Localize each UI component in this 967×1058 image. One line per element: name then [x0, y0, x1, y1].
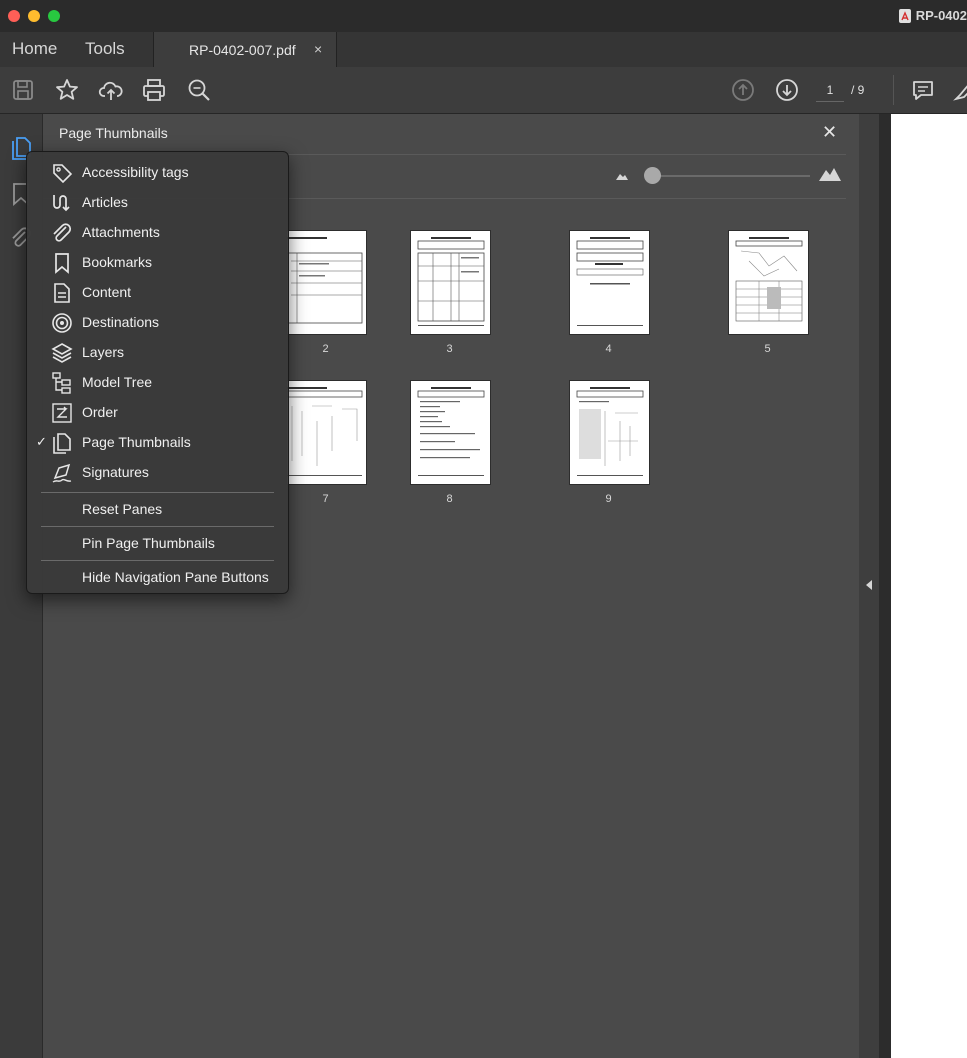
window-title-bar: RP-0402: [0, 0, 967, 33]
page-thumbnail[interactable]: [410, 380, 491, 485]
menu-item-page-thumbnails[interactable]: ✓ Page Thumbnails: [27, 428, 288, 458]
menu-separator: [41, 492, 274, 493]
menu-item-label: Model Tree: [82, 374, 153, 390]
menu-separator: [41, 560, 274, 561]
page-thumbnail[interactable]: [286, 230, 367, 335]
page-thumbnail[interactable]: [728, 230, 809, 335]
upload-cloud-icon[interactable]: [98, 77, 124, 103]
menu-separator: [41, 526, 274, 527]
menu-item-articles[interactable]: Articles: [27, 188, 288, 218]
collapse-pane-handle[interactable]: [859, 114, 879, 1058]
menu-item-label: Accessibility tags: [82, 164, 189, 180]
page-up-icon[interactable]: [730, 77, 756, 103]
tab-tools[interactable]: Tools: [85, 39, 125, 59]
tab-home[interactable]: Home: [12, 39, 57, 59]
menu-item-order[interactable]: Order: [27, 398, 288, 428]
menu-item-label: Attachments: [82, 224, 160, 240]
menu-item-label: Pin Page Thumbnails: [82, 535, 215, 551]
page-down-icon[interactable]: [774, 77, 800, 103]
small-thumbnails-icon: [615, 169, 629, 181]
menu-item-model-tree[interactable]: Model Tree: [27, 368, 288, 398]
signature-pen-icon: [51, 462, 73, 484]
zoom-search-icon[interactable]: [186, 77, 212, 103]
navigation-panes-menu: Accessibility tags Articles Attachments …: [26, 151, 289, 594]
page-thumbnail-label: 2: [322, 343, 329, 355]
page-thumbnail[interactable]: [410, 230, 491, 335]
highlight-pen-icon[interactable]: [952, 77, 967, 103]
toolbar-divider: [893, 75, 894, 105]
menu-item-accessibility-tags[interactable]: Accessibility tags: [27, 158, 288, 188]
menu-item-content[interactable]: Content: [27, 278, 288, 308]
menu-item-reset-panes[interactable]: Reset Panes: [27, 495, 288, 525]
print-icon[interactable]: [141, 77, 167, 103]
menu-item-label: Destinations: [82, 314, 160, 330]
pdf-file-icon: [898, 8, 911, 23]
menu-item-attachments[interactable]: Attachments: [27, 218, 288, 248]
menu-item-label: Page Thumbnails: [82, 434, 191, 450]
page-thumbnail-label: 7: [322, 493, 329, 505]
chevron-left-icon[interactable]: [865, 580, 873, 590]
paperclip-icon: [51, 222, 73, 244]
panel-close-button[interactable]: ✕: [822, 122, 837, 143]
star-icon[interactable]: [54, 77, 80, 103]
page-thumbnail[interactable]: [569, 230, 650, 335]
thumbnail-size-slider-handle[interactable]: [644, 167, 661, 184]
zoom-window-button[interactable]: [48, 10, 60, 22]
menu-item-label: Articles: [82, 194, 128, 210]
checkmark-icon: ✓: [36, 434, 47, 449]
main-toolbar: 1 / 9: [0, 67, 967, 114]
target-icon: [51, 312, 73, 334]
page-thumbnail-label: 3: [446, 343, 453, 355]
tab-document-label: RP-0402-007.pdf: [189, 42, 296, 58]
panel-title: Page Thumbnails: [59, 125, 168, 141]
bookmark-icon: [51, 252, 73, 274]
order-icon: [51, 402, 73, 424]
menu-item-label: Hide Navigation Pane Buttons: [82, 569, 269, 585]
page-thumbnail-label: 5: [764, 343, 771, 355]
menu-item-bookmarks[interactable]: Bookmarks: [27, 248, 288, 278]
thumbnail-size-slider-track[interactable]: [653, 175, 810, 177]
menu-item-signatures[interactable]: Signatures: [27, 458, 288, 488]
tab-close-button[interactable]: ×: [314, 41, 322, 57]
page-thumbnail-label: 9: [605, 493, 612, 505]
layers-icon: [51, 342, 73, 364]
tab-document[interactable]: RP-0402-007.pdf ×: [153, 32, 337, 67]
page-thumbnail-label: 8: [446, 493, 453, 505]
document-gutter: [879, 114, 891, 1058]
window-title-text: RP-0402: [915, 8, 967, 23]
menu-item-label: Reset Panes: [82, 501, 163, 517]
menu-item-destinations[interactable]: Destinations: [27, 308, 288, 338]
page-thumbnails-icon: [51, 432, 73, 454]
save-icon[interactable]: [10, 77, 36, 103]
menu-item-layers[interactable]: Layers: [27, 338, 288, 368]
content-icon: [51, 282, 73, 304]
menu-item-hide-navigation-pane-buttons[interactable]: Hide Navigation Pane Buttons: [27, 563, 288, 593]
model-tree-icon: [51, 372, 73, 394]
menu-item-label: Layers: [82, 344, 125, 360]
menu-item-label: Bookmarks: [82, 254, 153, 270]
menu-item-label: Order: [82, 404, 118, 420]
page-thumbnail-label: 4: [605, 343, 612, 355]
current-page-input[interactable]: 1: [816, 79, 844, 102]
window-title: RP-0402: [898, 8, 967, 23]
comment-icon[interactable]: [910, 77, 936, 103]
document-page[interactable]: [891, 114, 967, 1058]
large-thumbnails-icon: [818, 166, 842, 182]
menu-item-label: Content: [82, 284, 132, 300]
articles-icon: [51, 192, 73, 214]
close-window-button[interactable]: [8, 10, 20, 22]
minimize-window-button[interactable]: [28, 10, 40, 22]
menu-item-pin-page-thumbnails[interactable]: Pin Page Thumbnails: [27, 529, 288, 559]
page-count: / 9: [851, 83, 865, 97]
menu-item-label: Signatures: [82, 464, 149, 480]
tab-bar: Home Tools RP-0402-007.pdf ×: [0, 32, 967, 68]
page-thumbnail[interactable]: [286, 380, 367, 485]
tag-icon: [51, 162, 73, 184]
page-thumbnail[interactable]: [569, 380, 650, 485]
